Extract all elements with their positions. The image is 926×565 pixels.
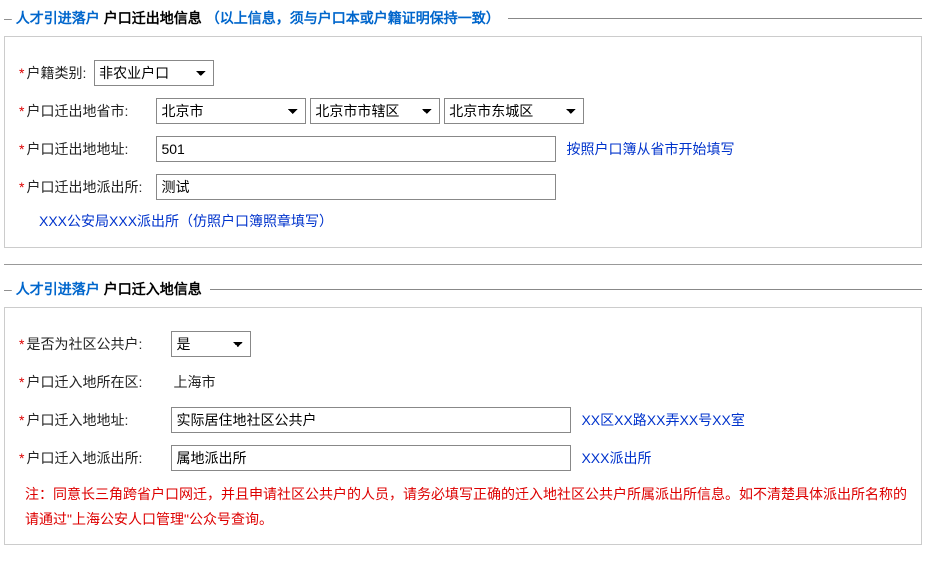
section1-title-blue: 人才引进落户: [16, 8, 100, 28]
out-police-label: 户口迁出地派出所:: [26, 177, 156, 197]
in-police-hint: XXX派出所: [581, 448, 651, 468]
section2-title-black: 户口迁入地信息: [104, 279, 202, 299]
hukou-type-label: 户籍类别:: [26, 63, 86, 83]
in-district-label: 户口迁入地所在区:: [26, 372, 171, 392]
out-district-select[interactable]: 北京市东城区: [444, 98, 584, 124]
in-district-value: 上海市: [171, 372, 215, 392]
out-addr-hint: 按照户口簿从省市开始填写: [566, 139, 734, 159]
hukou-type-select[interactable]: 非农业户口: [94, 60, 214, 86]
in-addr-input[interactable]: [171, 407, 571, 433]
required-icon: *: [19, 65, 24, 81]
out-addr-label: 户口迁出地地址:: [26, 139, 156, 159]
required-icon: *: [19, 141, 24, 157]
out-addr-row: * 户口迁出地地址: 按照户口簿从省市开始填写: [19, 135, 907, 163]
section2-box: * 是否为社区公共户: 是 * 户口迁入地所在区: 上海市 * 户口迁入地地址:…: [4, 307, 922, 545]
out-police-input[interactable]: [156, 174, 556, 200]
out-province-select[interactable]: 北京市: [156, 98, 306, 124]
in-police-input[interactable]: [171, 445, 571, 471]
required-icon: *: [19, 450, 24, 466]
required-icon: *: [19, 374, 24, 390]
section1-line: [508, 18, 922, 19]
dash-icon: –: [4, 281, 12, 297]
dash-icon: –: [4, 10, 12, 26]
required-icon: *: [19, 179, 24, 195]
in-addr-label: 户口迁入地地址:: [26, 410, 171, 430]
in-note-red: 注：同意长三角跨省户口网迁，并且申请社区公共户的人员，请务必填写正确的迁入地社区…: [25, 482, 907, 532]
in-police-row: * 户口迁入地派出所: XXX派出所: [19, 444, 907, 472]
section1-header: – 人才引进落户 户口迁出地信息 （以上信息，须与户口本或户籍证明保持一致）: [4, 8, 922, 28]
required-icon: *: [19, 103, 24, 119]
in-police-label: 户口迁入地派出所:: [26, 448, 171, 468]
divider: [4, 264, 922, 265]
required-icon: *: [19, 336, 24, 352]
section2-title-blue: 人才引进落户: [16, 279, 100, 299]
section2-header: – 人才引进落户 户口迁入地信息: [4, 279, 922, 299]
community-row: * 是否为社区公共户: 是: [19, 330, 907, 358]
out-addr-input[interactable]: [156, 136, 556, 162]
community-select[interactable]: 是: [171, 331, 251, 357]
out-city-select[interactable]: 北京市市辖区: [310, 98, 440, 124]
out-province-label: 户口迁出地省市:: [26, 101, 156, 121]
section1-title-black: 户口迁出地信息: [104, 8, 202, 28]
in-addr-hint: XX区XX路XX弄XX号XX室: [581, 410, 744, 430]
in-district-row: * 户口迁入地所在区: 上海市: [19, 368, 907, 396]
section1-title-note: （以上信息，须与户口本或户籍证明保持一致）: [206, 8, 500, 28]
in-addr-row: * 户口迁入地地址: XX区XX路XX弄XX号XX室: [19, 406, 907, 434]
community-label: 是否为社区公共户:: [26, 334, 171, 354]
hukou-type-row: * 户籍类别: 非农业户口: [19, 59, 907, 87]
out-police-hint: XXX公安局XXX派出所（仿照户口簿照章填写）: [39, 211, 907, 231]
section1-box: * 户籍类别: 非农业户口 * 户口迁出地省市: 北京市 北京市市辖区 北京市东…: [4, 36, 922, 248]
required-icon: *: [19, 412, 24, 428]
section2-line: [210, 289, 922, 290]
out-police-row: * 户口迁出地派出所:: [19, 173, 907, 201]
out-province-row: * 户口迁出地省市: 北京市 北京市市辖区 北京市东城区: [19, 97, 907, 125]
